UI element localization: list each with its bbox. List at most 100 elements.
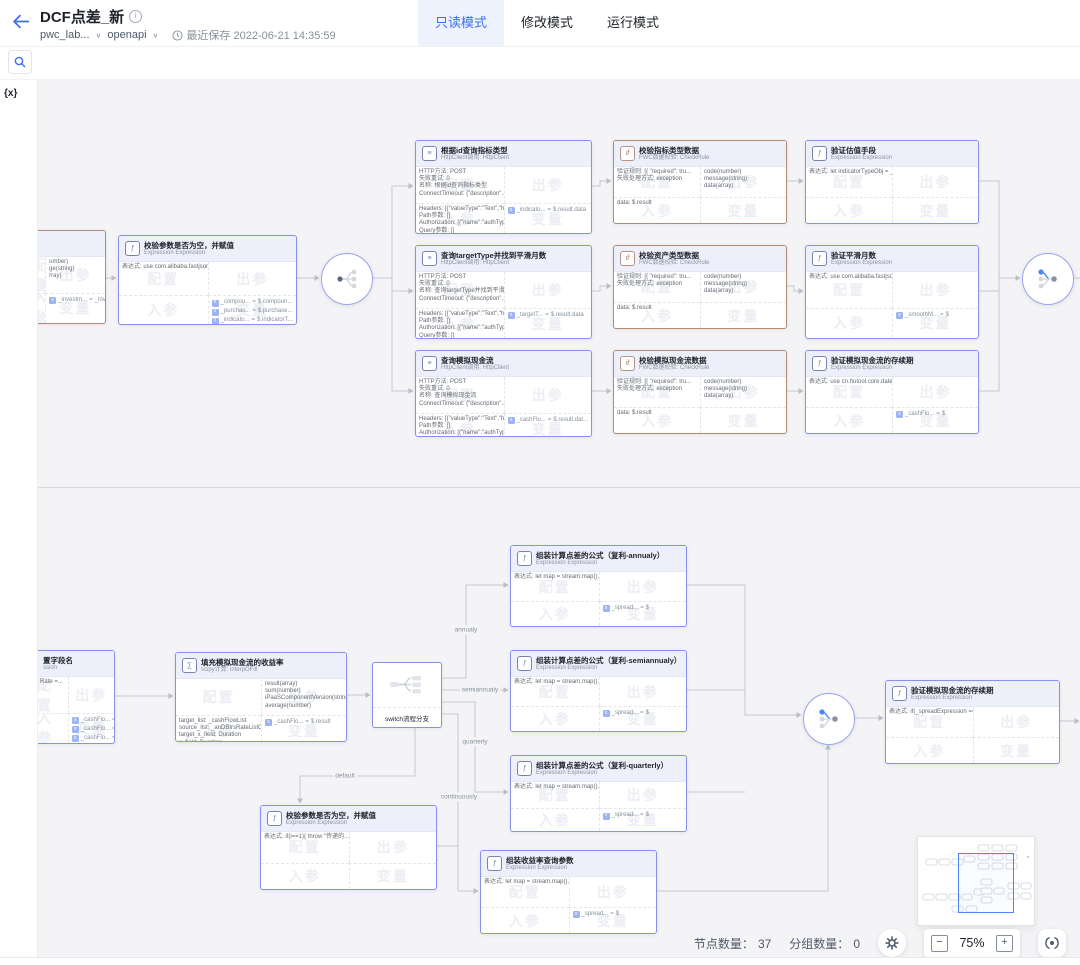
output-tag: x_spread...=$ bbox=[603, 605, 684, 613]
node-output-tags: x_targetT...=$.result.data bbox=[508, 311, 589, 320]
node-title: 组装计算点差的公式（复利-quarterly） bbox=[536, 761, 668, 770]
node-query-sim-cashflow[interactable]: ≡查询模拟现金流HttpClient调用: HttpClient配置HTTP方法… bbox=[415, 350, 592, 437]
watermark-tr: 出参 bbox=[505, 377, 592, 413]
node-body: 配置表达式: let map = stream.map()...出参入参变量x_… bbox=[511, 782, 686, 831]
node-cell-tr: 出参 bbox=[504, 272, 592, 308]
search-button[interactable] bbox=[8, 50, 32, 74]
watermark-bl: 入参 bbox=[886, 738, 973, 763]
output-tag: x_spread...=$ bbox=[603, 812, 684, 820]
chevron-down-icon: ∨ bbox=[153, 31, 159, 38]
node-config-lines: target_list: _cashFlowListsource_list: _… bbox=[179, 718, 258, 742]
node-validate-duration-top[interactable]: ƒ验证模拟现金流的存续期Expression Expression配置表达式: … bbox=[805, 350, 979, 434]
node-verify-cashflow-data[interactable]: if校验模拟现金流数据FWC数据校验: CheckRule配置验证规则: [{ … bbox=[613, 350, 787, 434]
expression-tool-icon[interactable]: {x} bbox=[4, 88, 17, 99]
tab-edit-mode[interactable]: 修改模式 bbox=[504, 0, 590, 46]
expression-icon: ƒ bbox=[517, 551, 532, 566]
expression-icon: ƒ bbox=[812, 356, 827, 371]
node-cell-bl: 入参Headers: [{"valueType":"Text","h...Pat… bbox=[416, 413, 504, 437]
node-config-lines: Headers: [{"valueType":"Text","h...Path参… bbox=[419, 206, 501, 234]
node-config-lines: 验证规则: [{ "required": tru...失败处理方式: excep… bbox=[617, 379, 697, 393]
node-header-text: 组装计算点差的公式（复利-annualy）Expression Expressi… bbox=[536, 551, 664, 567]
node-cell-br: 变量x_cashFlo...=InterestRatex_cashFlo...=… bbox=[68, 713, 114, 743]
watermark-tl: 配置 bbox=[176, 679, 261, 715]
watermark-br: 变量 bbox=[701, 303, 786, 328]
node-body: 配置表达式: if(i==1){ throw "传递的...出参入参变量 bbox=[261, 832, 436, 889]
node-cell-bl: 入参 bbox=[511, 808, 599, 831]
node-cell-bl: 入参data: $.result bbox=[614, 407, 700, 433]
node-validate-duration-bottom[interactable]: ƒ验证模拟现金流的存续期Expression Expression配置表达式: … bbox=[885, 680, 1060, 764]
node-cell-bl: 入参 bbox=[37, 713, 68, 743]
node-fill-cashflow-yield[interactable]: ∑填充模拟现金流的收益率scipy计算: interpOFill配置出参resu… bbox=[175, 652, 347, 742]
tab-readonly-mode[interactable]: 只读模式 bbox=[418, 0, 504, 46]
node-query-indicator-type[interactable]: ≡根据id查询指标类型HttpClient调用: HttpClient配置HTT… bbox=[415, 140, 592, 234]
node-switch-branch[interactable]: switch流程分支 bbox=[372, 662, 442, 728]
zoom-control: − 75% + bbox=[924, 929, 1020, 957]
zoom-out-button[interactable]: − bbox=[931, 935, 948, 952]
info-icon[interactable]: i bbox=[129, 10, 142, 23]
node-query-target-type[interactable]: ≡查询targetType并找到平滑月数HttpClient调用: HttpCl… bbox=[415, 245, 592, 339]
node-cell-bl: 入参data: $.result bbox=[614, 302, 700, 328]
node-verify-asset-data[interactable]: if校验资产类型数据FWC数据校验: CheckRule配置验证规则: [{ "… bbox=[613, 245, 787, 329]
node-output-tags: x_spread...=$ bbox=[573, 910, 654, 919]
fit-view-button[interactable] bbox=[1038, 929, 1066, 957]
node-cell-br: 变量x_cashFlo...=$.result.dat... bbox=[504, 413, 592, 437]
node-check-investments-partial[interactable]: 配置出参umber)ge(string)rray)入参变量x_investm..… bbox=[36, 230, 106, 324]
node-cell-bl: 入参 bbox=[511, 706, 599, 731]
node-subtitle: FWC数据校验: CheckRule bbox=[639, 260, 709, 267]
node-formula-semiannualy[interactable]: ƒ组装计算点差的公式（复利-semiannualy）Expression Exp… bbox=[510, 650, 687, 732]
node-verify-indicator-data[interactable]: if校验指标类型数据FWC数据校验: CheckRule配置验证规则: [{ "… bbox=[613, 140, 787, 224]
flow-canvas[interactable]: 配置出参umber)ge(string)rray)入参变量x_investm..… bbox=[0, 45, 1080, 965]
node-title: 验证平滑月数 bbox=[831, 251, 892, 260]
watermark-tr: 出参 bbox=[893, 272, 978, 308]
settings-button[interactable] bbox=[878, 929, 906, 957]
workspace-select[interactable]: pwc_lab... bbox=[40, 29, 90, 41]
node-validate-valuation[interactable]: ƒ验证估值手段Expression Expression配置表达式: let i… bbox=[805, 140, 979, 224]
node-cell-bl: 入参 bbox=[806, 407, 892, 433]
zoom-in-button[interactable]: + bbox=[996, 935, 1013, 952]
node-subtitle: Expression Expression bbox=[536, 770, 668, 777]
node-header: ƒ验证模拟现金流的存续期Expression Expression bbox=[806, 351, 978, 377]
minimap[interactable] bbox=[917, 836, 1035, 926]
bottom-strip bbox=[0, 957, 1080, 965]
variable-icon: x bbox=[603, 813, 610, 820]
node-title: 根据id查询指标类型 bbox=[441, 146, 509, 155]
node-cell-tr: 出参 bbox=[599, 677, 687, 706]
node-cell-br: 变量x_targetT...=$.result.data bbox=[504, 308, 592, 339]
node-build-yield-query[interactable]: ƒ组装收益率查询参数Expression Expression配置表达式: le… bbox=[480, 850, 657, 934]
join-connector[interactable] bbox=[803, 693, 855, 745]
node-check-params-assign-2[interactable]: ƒ校验参数是否为空，并赋值Expression Expression配置表达式:… bbox=[260, 805, 437, 890]
watermark-bl: 入参 bbox=[511, 809, 599, 831]
node-header-text: 组装计算点差的公式（复利-quarterly）Expression Expres… bbox=[536, 761, 668, 777]
group-count: 分组数量：0 bbox=[789, 935, 860, 952]
join-connector[interactable] bbox=[1022, 253, 1074, 305]
fork-connector[interactable] bbox=[321, 253, 373, 305]
node-body: 配置表达式: let map = stream.map()...出参入参变量x_… bbox=[511, 572, 686, 626]
output-tag: x_cashFlo...=Duration bbox=[72, 735, 111, 743]
node-header-text: 组装计算点差的公式（复利-semiannualy）Expression Expr… bbox=[536, 656, 680, 672]
node-formula-annualy[interactable]: ƒ 组装计算点差的公式（复利-annualy）Expression Express… bbox=[510, 545, 687, 627]
node-body: 配置Rate =...出参入参变量x_cashFlo...=InterestRa… bbox=[37, 677, 114, 743]
node-cell-tl: 配置表达式: let map = stream.map()... bbox=[511, 677, 599, 706]
edge-label: default bbox=[333, 772, 357, 781]
back-button[interactable] bbox=[13, 14, 31, 30]
switch-label: switch流程分支 bbox=[373, 708, 441, 727]
app-select[interactable]: openapi bbox=[107, 29, 146, 41]
node-formula-quarterly[interactable]: ƒ组装计算点差的公式（复利-quarterly）Expression Expre… bbox=[510, 755, 687, 832]
node-body: 配置表达式: use cn.hutool.core.date....出参入参变量… bbox=[806, 377, 978, 433]
check-rule-icon: if bbox=[620, 356, 635, 371]
node-cell-br: 变量 bbox=[700, 197, 786, 223]
node-body: 配置HTTP方法: POST失败重试: 0名称: 根据id查询指标类型Conne… bbox=[416, 167, 591, 234]
watermark-br: 变量 bbox=[893, 198, 978, 223]
minimap-viewport[interactable] bbox=[958, 853, 1014, 913]
node-validate-smooth-months[interactable]: ƒ验证平滑月数Expression Expression配置表达式: use c… bbox=[805, 245, 979, 339]
http-client-icon: ≡ bbox=[422, 251, 437, 266]
node-cell-bl: 入参 bbox=[261, 863, 349, 889]
node-header: if校验模拟现金流数据FWC数据校验: CheckRule bbox=[614, 351, 786, 377]
node-set-field-partial[interactable]: 置字段名ssion配置Rate =...出参入参变量x_cashFlo...=I… bbox=[36, 650, 115, 744]
node-cell-tl: 配置验证规则: [{ "required": tru...失败处理方式: exc… bbox=[614, 272, 700, 302]
node-check-params-assign[interactable]: ƒ校验参数是否为空，并赋值Expression Expression配置表达式:… bbox=[118, 235, 297, 325]
tab-run-mode[interactable]: 运行模式 bbox=[590, 0, 676, 46]
node-title: 验证模拟现金流的存续期 bbox=[831, 356, 914, 365]
node-title: 组装计算点差的公式（复利-annualy） bbox=[536, 551, 664, 560]
watermark-bl: 入参 bbox=[37, 294, 45, 323]
